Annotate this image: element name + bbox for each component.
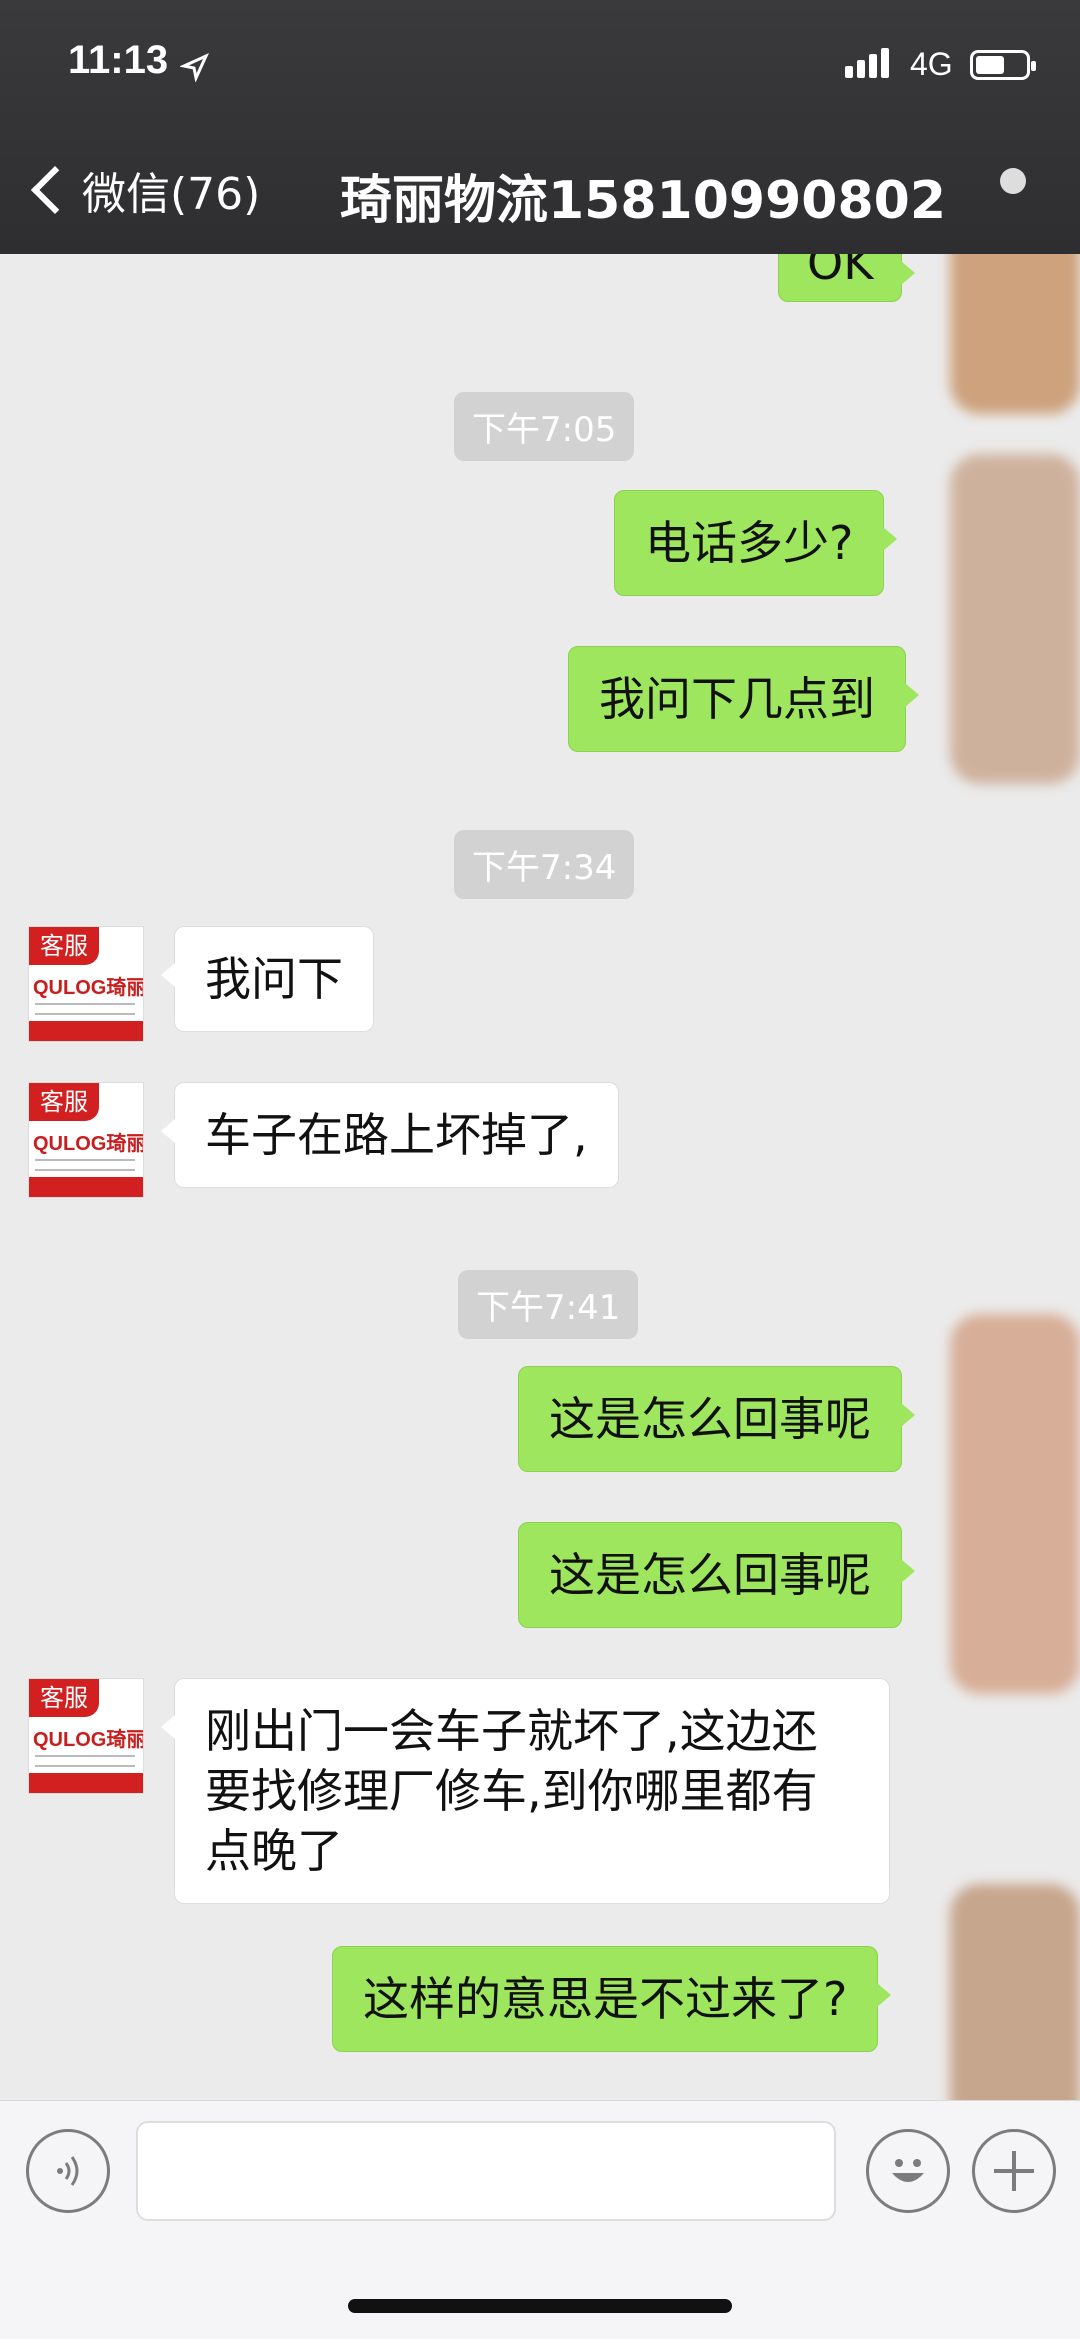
message-bubble-out[interactable]: OK (778, 254, 916, 302)
plus-icon (994, 2151, 1034, 2191)
voice-icon (57, 2156, 79, 2186)
timestamp: 下午7:05 (454, 392, 635, 461)
message-text: 车子在路上坏掉了, (205, 1108, 588, 1162)
message-text: 这样的意思是不过来了? (363, 1972, 848, 2026)
avatar-tag: 客服 (29, 1679, 99, 1717)
battery-icon (970, 50, 1036, 80)
message-text-line: 要找修理厂修车,到你哪里都有 (205, 1764, 818, 1818)
chat-title: 琦丽物流15810990802 (340, 171, 946, 231)
message-bubble-out[interactable]: 我问下几点到 (568, 646, 919, 752)
network-label: 4G (910, 46, 953, 82)
plus-button[interactable] (972, 2129, 1056, 2213)
avatar[interactable]: 客服 QULOG琦丽物流 (28, 926, 144, 1042)
timestamp: 下午7:34 (454, 830, 635, 899)
message-bubble-in[interactable]: 刚出门一会车子就坏了,这边还 要找修理厂修车,到你哪里都有 点晚了 (161, 1678, 890, 1904)
avatar-logo: QULOG琦丽物流 (33, 977, 143, 999)
avatar-tag: 客服 (29, 1083, 99, 1121)
message-bubble-in[interactable]: 车子在路上坏掉了, (161, 1082, 619, 1188)
avatar[interactable]: 客服 QULOG琦丽物流 (28, 1678, 144, 1794)
timestamp: 下午7:41 (458, 1270, 639, 1339)
avatar-logo: QULOG琦丽物流 (33, 1133, 143, 1155)
status-time: 11:13 (68, 38, 169, 82)
redaction-smudge (950, 1314, 1080, 1694)
message-input[interactable] (136, 2121, 836, 2221)
message-text-line: 刚出门一会车子就坏了,这边还 (205, 1704, 818, 1758)
emoji-button[interactable] (866, 2129, 950, 2213)
top-bar: 11:13 4G 微信(76) 琦丽物流15810990802 (0, 0, 1080, 254)
avatar-logo: QULOG琦丽物流 (33, 1729, 143, 1751)
voice-button[interactable] (26, 2129, 110, 2213)
message-bubble-out[interactable]: 电话多少? (614, 490, 898, 596)
home-indicator (348, 2299, 732, 2313)
message-list[interactable]: OK 下午7:05 电话多少? 我问下几点到 下午7:34 客服 QULOG琦丽… (0, 254, 1080, 2100)
message-text: 这是怎么回事呢 (549, 1548, 871, 1602)
back-button[interactable]: 微信(76) (26, 160, 260, 220)
message-text: 电话多少? (645, 516, 854, 570)
message-bubble-out[interactable]: 这是怎么回事呢 (518, 1366, 915, 1472)
message-text-line: 点晚了 (205, 1824, 343, 1878)
emoji-icon (892, 2159, 924, 2182)
message-bubble-in[interactable]: 我问下 (161, 926, 374, 1032)
message-text: 我问下几点到 (599, 672, 875, 726)
back-label: 微信(76) (82, 169, 261, 220)
avatar-tag: 客服 (29, 927, 99, 965)
input-bar (0, 2100, 1080, 2339)
message-bubble-out[interactable]: 这样的意思是不过来了? (332, 1946, 892, 2052)
redaction-smudge (950, 254, 1080, 414)
chevron-left-icon (30, 165, 80, 215)
message-bubble-out[interactable]: 这是怎么回事呢 (518, 1522, 915, 1628)
message-text: 这是怎么回事呢 (549, 1392, 871, 1446)
signal-icon (845, 48, 893, 78)
redaction-smudge (950, 454, 1080, 784)
redaction-smudge (950, 1884, 1080, 2100)
message-text: OK (807, 254, 874, 290)
avatar[interactable]: 客服 QULOG琦丽物流 (28, 1082, 144, 1198)
location-arrow-icon (180, 52, 210, 82)
profile-icon[interactable] (1000, 168, 1026, 194)
message-text: 我问下 (205, 952, 343, 1006)
